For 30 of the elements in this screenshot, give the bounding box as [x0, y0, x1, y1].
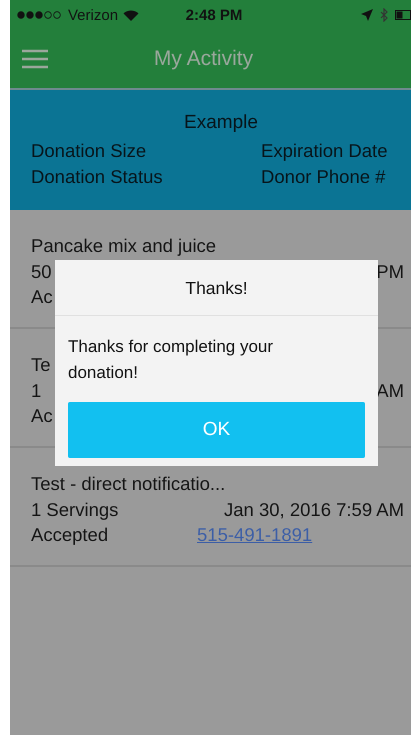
donation-status: Ac [31, 405, 53, 428]
menu-icon[interactable] [22, 49, 48, 69]
donation-name: Test - direct notificatio... [31, 473, 226, 496]
donation-name: Pancake mix and juice [31, 235, 216, 258]
donation-name: Te [31, 354, 51, 377]
location-arrow-icon [360, 9, 373, 21]
column-label: Expiration Date [261, 140, 388, 162]
ok-button[interactable]: OK [68, 402, 365, 458]
donation-size: 1 [31, 380, 42, 402]
wifi-icon [123, 9, 140, 21]
bluetooth-icon [380, 8, 388, 22]
expiration-date: PM [376, 260, 405, 284]
dialog-title: Thanks! [55, 260, 378, 316]
column-header-title: Example [183, 112, 259, 134]
carrier-name: Verizon [68, 6, 118, 24]
signal-icon [17, 11, 63, 19]
expiration-date: AM [376, 380, 405, 402]
donation-size: 50 [31, 260, 52, 284]
expiration-date: Jan 30, 2016 7:59 AM [224, 498, 405, 522]
phone-link[interactable]: 515-491-1891 [197, 524, 312, 547]
dialog-message: Thanks for completing your donation! [67, 336, 274, 384]
donation-status: Ac [31, 286, 53, 309]
status-time: 2:48 PM [186, 6, 242, 24]
header-title: My Activity [152, 47, 254, 71]
column-label: Donor Phone # [261, 166, 386, 188]
column-label: Donation Status [31, 166, 164, 188]
donation-status: Accepted [31, 524, 108, 547]
battery-icon [394, 10, 411, 20]
donation-size: 1 Servings [31, 498, 118, 522]
column-label: Donation Size [31, 140, 148, 162]
